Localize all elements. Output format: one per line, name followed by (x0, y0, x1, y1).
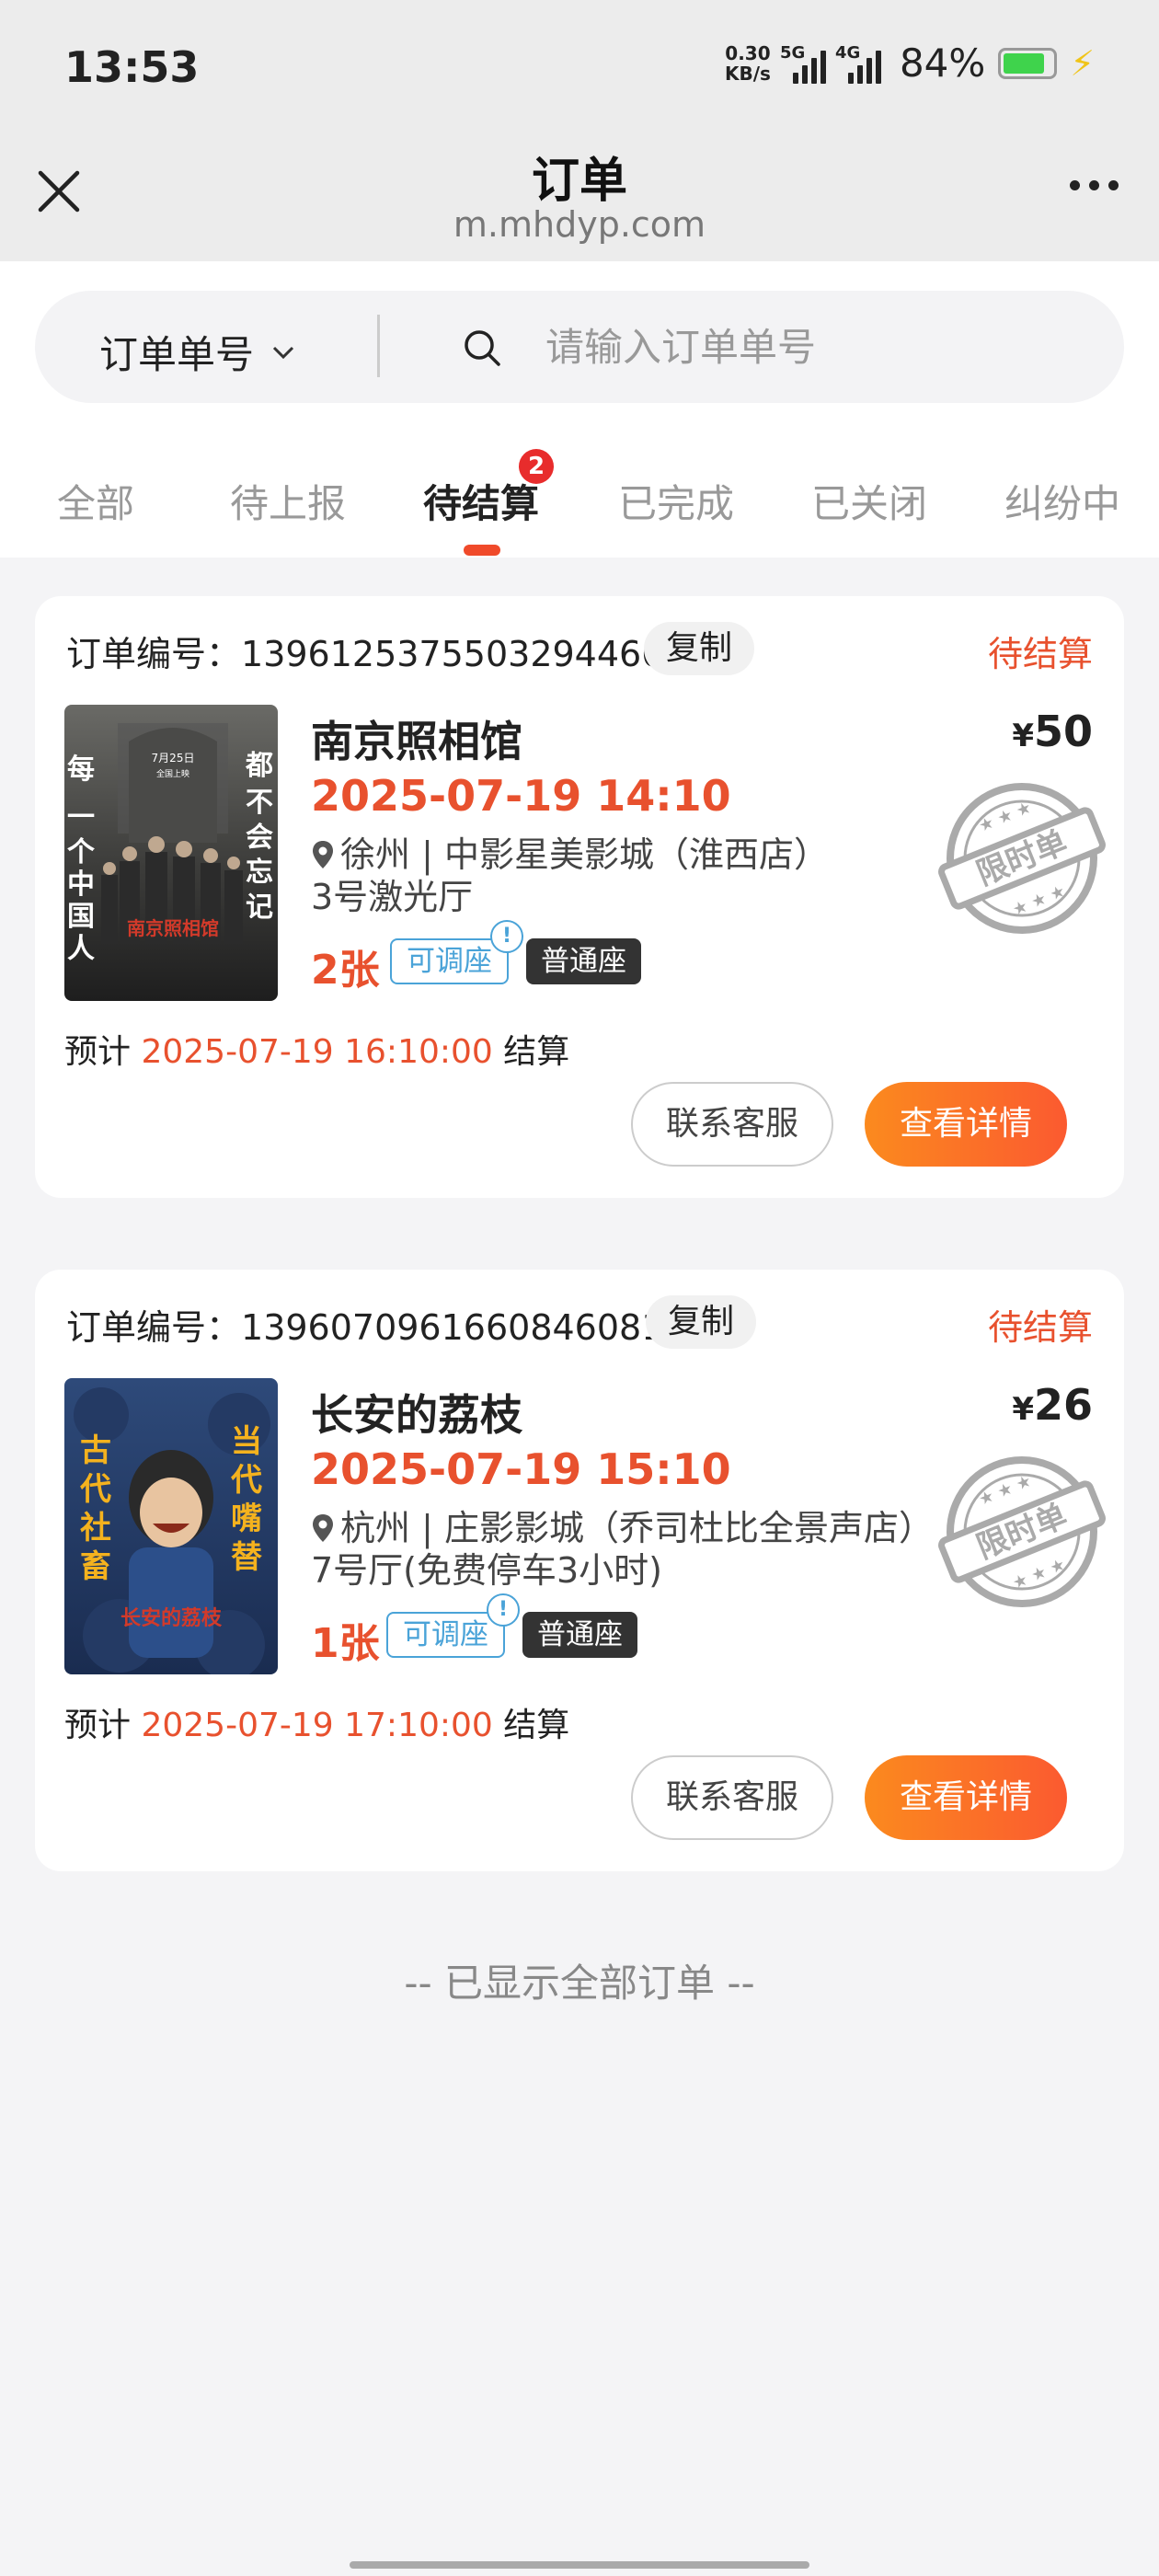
svg-text:畜: 畜 (80, 1548, 111, 1585)
search-divider (377, 315, 380, 377)
show-time: 2025-07-19 15:10 (311, 1444, 731, 1494)
movie-poster[interactable]: 古代社畜 当代嘴替 长安的荔枝 (64, 1378, 278, 1674)
net-speed: 0.30 KB/s (725, 41, 771, 85)
contact-service-button[interactable]: 联系客服 (631, 1082, 833, 1167)
svg-text:个: 个 (67, 836, 96, 868)
svg-text:嘴: 嘴 (231, 1501, 262, 1537)
signal-icon: 5G (780, 43, 826, 84)
movie-title: 长安的荔枝 (311, 1390, 522, 1440)
poster-date: 7月25日 (152, 752, 195, 765)
cinema-address: 杭州 | 庄影影城（乔司杜比全景声店） 7号厅(免费停车3小时) (311, 1508, 934, 1591)
page-url: m.mhdyp.com (453, 204, 706, 245)
tab-closed[interactable]: 已关闭 (811, 473, 927, 529)
svg-text:一: 一 (67, 801, 95, 834)
show-time: 2025-07-19 14:10 (311, 771, 731, 821)
hall-name: 3号激光厅 (311, 877, 474, 917)
order-status-tabs: 全部 待上报 待结算 2 已完成 已关闭 纠纷中 (0, 445, 1159, 556)
search-filter-select[interactable]: 订单单号 (99, 324, 296, 380)
search-icon (465, 330, 500, 366)
poster-title: 南京照相馆 (127, 917, 219, 939)
signal-icon: 4G (835, 43, 881, 84)
movie-poster[interactable]: 7月25日 全国上映 每一个中国人 都不会忘记 南京照相馆 (64, 705, 278, 1001)
tab-all[interactable]: 全部 (57, 473, 134, 529)
copy-button[interactable]: 复制 (646, 1295, 757, 1349)
search-bar: 订单单号 (35, 291, 1124, 403)
svg-text:忘: 忘 (246, 857, 273, 889)
status-bar: 13:53 0.30 KB/s 5G 4G 84% ⚡ (0, 0, 1159, 138)
order-search-input[interactable] (545, 316, 1097, 377)
seat-type-tag: 普通座 (522, 1612, 637, 1658)
end-of-list-note: -- 已显示全部订单 -- (404, 1961, 755, 2006)
battery-icon (998, 47, 1058, 79)
svg-text:替: 替 (231, 1539, 262, 1576)
svg-text:都: 都 (245, 750, 273, 782)
chevron-down-icon (272, 346, 294, 359)
poster-left-char: 每 (67, 753, 95, 786)
status-time: 13:53 (64, 42, 200, 92)
info-icon[interactable]: ! (490, 920, 523, 953)
svg-text:国: 国 (67, 901, 95, 933)
ticket-count: 2张 (311, 947, 380, 994)
charging-icon: ⚡ (1070, 42, 1095, 84)
contact-service-button[interactable]: 联系客服 (631, 1755, 833, 1840)
poster-title: 长安的荔枝 (120, 1606, 223, 1630)
svg-text:会: 会 (246, 822, 273, 854)
order-status: 待结算 (987, 634, 1093, 674)
order-price: ¥50 (1012, 707, 1093, 756)
estimated-settlement: 预计 2025-07-19 17:10:00 结算 (64, 1707, 570, 1744)
order-number: 订单编号：1396070961660846081 (66, 1307, 664, 1348)
hall-name: 7号厅(免费停车3小时) (311, 1550, 663, 1591)
order-price: ¥26 (1012, 1380, 1093, 1430)
battery-percent: 84% (899, 40, 986, 86)
more-options-icon[interactable] (1070, 180, 1119, 190)
seat-type-tag: 普通座 (526, 938, 641, 984)
status-icons: 0.30 KB/s 5G 4G 84% ⚡ (725, 40, 1095, 86)
order-card: 订单编号：1396070961660846081 复制 待结算 古代社畜 当代嘴… (35, 1270, 1124, 1871)
active-tab-indicator (464, 545, 500, 556)
svg-text:代: 代 (79, 1471, 111, 1508)
svg-text:中: 中 (67, 868, 95, 901)
svg-text:社: 社 (80, 1510, 111, 1547)
tab-pending-settlement[interactable]: 待结算 2 (423, 449, 555, 529)
info-icon[interactable]: ! (487, 1593, 520, 1627)
order-status: 待结算 (987, 1307, 1093, 1348)
order-card: 订单编号：1396125375503294466 复制 待结算 7月25日 全国… (35, 596, 1124, 1198)
tab-pending-report[interactable]: 待上报 (230, 473, 346, 529)
location-pin-icon (313, 1514, 333, 1542)
adjustable-seat-tag[interactable]: 可调座 ! (390, 920, 523, 984)
ticket-count: 1张 (311, 1620, 380, 1667)
svg-text:记: 记 (246, 891, 273, 924)
view-details-button[interactable]: 查看详情 (865, 1082, 1067, 1167)
svg-text:古: 古 (80, 1432, 111, 1469)
tab-completed[interactable]: 已完成 (618, 473, 734, 529)
copy-button[interactable]: 复制 (644, 622, 755, 675)
svg-text:人: 人 (67, 933, 95, 965)
limited-time-stamp: 限时单 ★ ★ ★ ★ ★ ★ (938, 783, 1106, 934)
svg-text:不: 不 (246, 787, 273, 819)
movie-title: 南京照相馆 (311, 717, 522, 766)
view-details-button[interactable]: 查看详情 (865, 1755, 1067, 1840)
cinema-address: 徐州 | 中影星美影城（淮西店） 3号激光厅 (311, 834, 829, 917)
limited-time-stamp: 限时单 ★ ★ ★ ★ ★ ★ (938, 1456, 1106, 1607)
order-number: 订单编号：1396125375503294466 (66, 634, 664, 674)
estimated-settlement: 预计 2025-07-19 16:10:00 结算 (64, 1033, 570, 1071)
home-indicator[interactable] (350, 2561, 809, 2569)
poster-sub: 全国上映 (156, 768, 189, 779)
adjustable-seat-tag[interactable]: 可调座 ! (386, 1593, 520, 1658)
tab-disputed[interactable]: 纠纷中 (1004, 473, 1120, 529)
svg-text:当: 当 (231, 1423, 262, 1460)
svg-text:代: 代 (230, 1462, 262, 1499)
page-title: 订单 (531, 154, 627, 209)
location-pin-icon (313, 841, 333, 868)
tab-count-badge: 2 (519, 449, 555, 484)
search-tabs-area: 订单单号 全部 待上报 待结算 2 已完成 已关闭 纠纷中 (0, 261, 1159, 558)
